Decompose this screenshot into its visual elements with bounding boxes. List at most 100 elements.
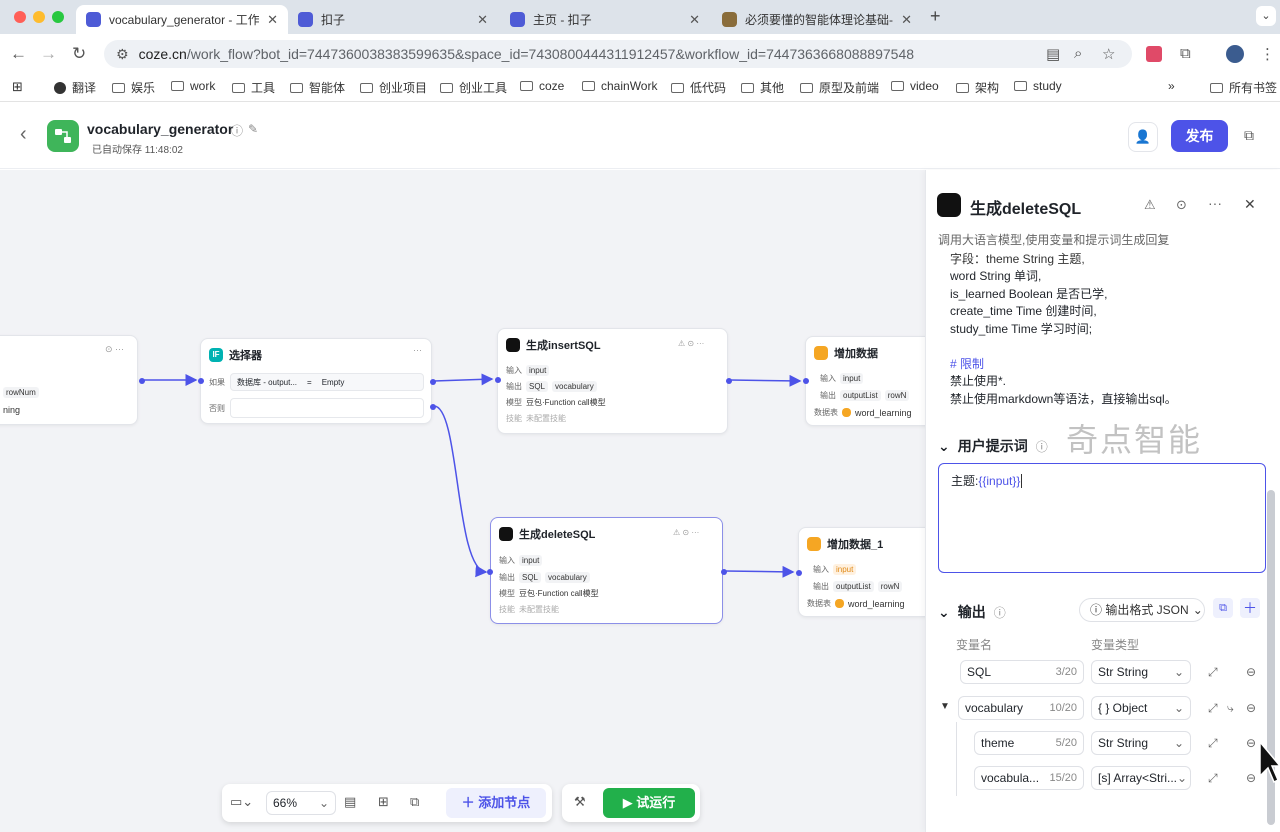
output-port[interactable] — [721, 569, 727, 575]
extension-icon[interactable] — [1146, 46, 1162, 62]
var-type-select[interactable]: { } Object ⌄ — [1091, 696, 1191, 720]
input-port[interactable] — [796, 570, 802, 576]
new-tab-button[interactable]: + — [930, 6, 941, 27]
info-icon[interactable]: ⓘ — [231, 122, 243, 139]
tab-close-icon[interactable]: ✕ — [267, 12, 278, 28]
zoom-select[interactable]: 66% ⌄ — [266, 791, 336, 815]
extensions-puzzle-icon[interactable]: ⧉ — [1180, 45, 1191, 62]
browser-tab[interactable]: 扣子 ✕ — [288, 5, 498, 34]
input-port[interactable] — [487, 569, 493, 575]
minimize-window-button[interactable] — [33, 11, 45, 23]
bookmark-folder[interactable]: video — [891, 79, 939, 93]
expand-icon[interactable]: ⤢ — [1208, 665, 1218, 680]
clipboard-icon[interactable]: ▤ — [1046, 45, 1060, 63]
info-icon[interactable]: ⓘ — [1036, 438, 1048, 455]
url-input[interactable]: ⚙ coze.cn/work_flow?bot_id=7447360038383… — [104, 40, 1132, 68]
edit-icon[interactable]: ✎ — [248, 122, 258, 136]
bookmark-star-icon[interactable]: ☆ — [1102, 45, 1115, 63]
bookmark-folder[interactable]: 创业工具 — [440, 79, 507, 96]
bookmark-folder[interactable]: 原型及前端 — [800, 79, 879, 96]
bookmark-folder[interactable]: work — [171, 79, 215, 93]
bookmark-translate[interactable]: 翻译 — [54, 79, 96, 96]
input-port[interactable] — [495, 377, 501, 383]
run-node-icon[interactable]: ⊙ — [1176, 197, 1187, 213]
bookmark-folder[interactable]: 工具 — [232, 79, 275, 96]
bookmark-folder[interactable]: 低代码 — [671, 79, 726, 96]
user-prompt-input[interactable]: 主题:{{input}} — [938, 463, 1266, 573]
tab-close-icon[interactable]: ✕ — [477, 12, 488, 28]
minimap-icon[interactable]: ▭⌄ — [230, 794, 253, 810]
reload-icon[interactable]: ↻ — [72, 44, 86, 64]
browser-menu-icon[interactable]: ⋮ — [1260, 45, 1275, 63]
node-generate-insert-sql[interactable]: 生成insertSQL ⚠ ⊙ ··· 输入 input 输出 SQL vocabul… — [495, 328, 732, 434]
info-icon[interactable]: ⓘ — [994, 604, 1006, 621]
tab-close-icon[interactable]: ✕ — [901, 12, 912, 28]
side-panel-icon[interactable]: ⧉ — [1244, 127, 1254, 144]
var-type-select[interactable]: Str String ⌄ — [1091, 731, 1191, 755]
bookmark-folder[interactable]: 其他 — [741, 79, 784, 96]
var-name-input[interactable]: theme 5/20 — [974, 731, 1084, 755]
browser-tab[interactable]: 主页 - 扣子 ✕ — [500, 5, 710, 34]
remove-icon[interactable]: ⊖ — [1246, 665, 1256, 679]
node-generate-delete-sql[interactable]: 生成deleteSQL ⚠ ⊙ ··· 输入 input 输出 SQL vocabul… — [487, 517, 727, 624]
fit-view-icon[interactable]: ⧉ — [410, 794, 419, 810]
condition-field[interactable]: 数据库 - output... = Empty — [230, 373, 424, 391]
zoom-icon[interactable]: ⌕ — [1074, 45, 1082, 62]
bookmarks-overflow-button[interactable]: » — [1168, 79, 1175, 93]
expand-icon[interactable]: ⤢ — [1208, 701, 1218, 716]
browser-tab-active[interactable]: vocabulary_generator - 工作流 ✕ — [76, 5, 288, 34]
expand-icon[interactable]: ⤢ — [1208, 771, 1218, 786]
add-child-icon[interactable]: ⤷ — [1227, 701, 1234, 716]
wrench-icon[interactable]: ⚒ — [574, 794, 586, 810]
import-icon[interactable]: ⧉ — [1213, 598, 1233, 618]
output-port[interactable] — [726, 378, 732, 384]
bookmark-folder[interactable]: 架构 — [956, 79, 999, 96]
back-button[interactable]: ‹ — [20, 123, 27, 146]
more-icon[interactable]: ··· — [413, 345, 422, 355]
output-section-header[interactable]: ⌄ 输出 ⓘ — [938, 602, 1006, 622]
bookmark-folder[interactable]: study — [1014, 79, 1062, 93]
apps-grid-icon[interactable]: ⊞ — [12, 79, 23, 95]
bookmark-folder[interactable]: 娱乐 — [112, 79, 155, 96]
test-run-button[interactable]: ▶ 试运行 — [603, 788, 695, 818]
input-port[interactable] — [198, 378, 204, 384]
system-prompt-editor[interactable]: 字段：theme String 主题, word String 单词, is_l… — [926, 250, 1266, 410]
collaborators-icon[interactable]: 👤 — [1128, 122, 1158, 152]
partial-node[interactable]: ⊙ ··· rowNum ning — [0, 335, 145, 425]
close-window-button[interactable] — [14, 11, 26, 23]
forward-icon[interactable]: → — [40, 44, 57, 64]
add-node-button[interactable]: ＋ 添加节点 — [446, 788, 546, 818]
node-selector[interactable]: IF 选择器 ··· 如果 数据库 - output... = Empty 否则 — [198, 338, 436, 424]
all-bookmarks-folder[interactable]: 所有书签 — [1210, 79, 1277, 96]
layout-icon[interactable]: ⊞ — [378, 794, 389, 810]
more-icon[interactable]: ··· — [1208, 195, 1222, 211]
tab-close-icon[interactable]: ✕ — [689, 12, 700, 28]
node-actions-icon[interactable]: ⚠ ⊙ ··· — [673, 528, 699, 537]
var-name-input[interactable]: vocabulary 10/20 — [958, 696, 1084, 720]
bookmark-folder[interactable]: coze — [520, 79, 564, 93]
workflow-canvas[interactable]: ⊙ ··· rowNum ning IF 选择器 ··· 如果 数据库 - out… — [0, 170, 940, 832]
back-icon[interactable]: ← — [10, 44, 27, 64]
close-icon[interactable]: ✕ — [1244, 196, 1256, 213]
debug-icon[interactable]: ⚠ — [1144, 197, 1156, 213]
node-add-data-1[interactable]: 增加数据_1 输入 input 输出 outputList rowN 数据表 word_… — [796, 527, 938, 617]
remove-icon[interactable]: ⊖ — [1246, 771, 1256, 785]
else-output-port[interactable] — [430, 404, 436, 410]
user-prompt-section-header[interactable]: ⌄ 用户提示词 ⓘ — [938, 436, 1048, 456]
collapse-triangle-icon[interactable]: ▼ — [940, 701, 950, 712]
profile-avatar[interactable] — [1226, 45, 1244, 63]
publish-button[interactable]: 发布 — [1171, 120, 1228, 152]
node-actions-icon[interactable]: ⚠ ⊙ ··· — [678, 339, 704, 348]
comment-icon[interactable]: ▤ — [344, 794, 356, 810]
expand-icon[interactable]: ⤢ — [1208, 736, 1218, 751]
node-actions-icon[interactable]: ⊙ ··· — [105, 344, 124, 355]
bookmark-folder[interactable]: 智能体 — [290, 79, 345, 96]
bookmark-folder[interactable]: 创业项目 — [360, 79, 427, 96]
browser-tab[interactable]: 必须要懂的智能体理论基础-子 ✕ — [712, 5, 922, 34]
site-settings-icon[interactable]: ⚙ — [116, 46, 129, 63]
var-name-input[interactable]: vocabula... 15/20 — [974, 766, 1084, 790]
bookmark-folder[interactable]: chainWork — [582, 79, 657, 93]
remove-icon[interactable]: ⊖ — [1246, 736, 1256, 750]
input-port[interactable] — [803, 378, 809, 384]
var-type-select[interactable]: [s] Array<Stri... ⌄ — [1091, 766, 1191, 790]
